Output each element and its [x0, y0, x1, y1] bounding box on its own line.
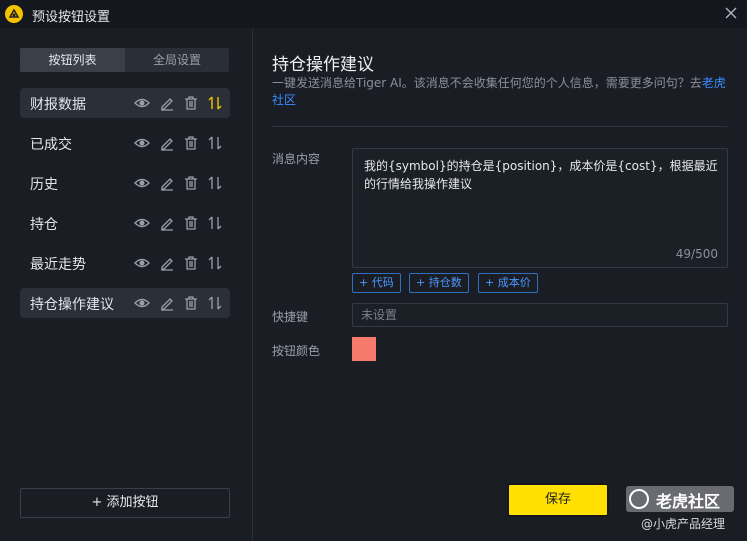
color-label: 按钮颜色 [272, 344, 321, 358]
trash-icon[interactable] [183, 175, 199, 191]
message-label: 消息内容 [272, 152, 321, 166]
list-item[interactable]: 历史 [20, 168, 230, 198]
page-title: 持仓操作建议 [272, 55, 374, 75]
list-item-label: 历史 [30, 177, 58, 193]
edit-icon[interactable] [159, 95, 175, 111]
eye-icon[interactable] [134, 255, 150, 271]
list-item[interactable]: 持仓 [20, 208, 230, 238]
trash-icon[interactable] [183, 95, 199, 111]
trash-icon[interactable] [183, 255, 199, 271]
sort-icon[interactable] [207, 175, 223, 191]
message-text: 我的{symbol}的持仓是{position}，成本价是{cost}，根据最近… [364, 159, 718, 191]
eye-icon[interactable] [134, 295, 150, 311]
message-textarea[interactable]: 我的{symbol}的持仓是{position}，成本价是{cost}，根据最近… [352, 148, 728, 268]
description-text: 一键发送消息给Tiger AI。该消息不会收集任何您的个人信息，需要更多问句？去 [272, 76, 702, 90]
trash-icon[interactable] [183, 295, 199, 311]
eye-icon[interactable] [134, 215, 150, 231]
main-panel: 持仓操作建议 一键发送消息给Tiger AI。该消息不会收集任何您的个人信息，需… [253, 28, 747, 541]
community-logo-icon [629, 489, 649, 509]
color-swatch[interactable] [352, 337, 376, 361]
edit-icon[interactable] [159, 135, 175, 151]
shortcut-field[interactable] [352, 303, 728, 327]
trash-icon[interactable] [183, 135, 199, 151]
window-title: 预设按钮设置 [32, 10, 111, 25]
list-item-label: 最近走势 [30, 257, 86, 273]
list-item[interactable]: 已成交 [20, 128, 230, 158]
list-item-label: 持仓 [30, 217, 58, 233]
list-item[interactable]: 最近走势 [20, 248, 230, 278]
add-button-label: 添加按钮 [106, 495, 159, 510]
page-description: 一键发送消息给Tiger AI。该消息不会收集任何您的个人信息，需要更多问句？去… [272, 75, 732, 109]
shortcut-input[interactable] [353, 304, 721, 326]
watermark-title: 老虎社区 [656, 492, 721, 511]
list-item[interactable]: 持仓操作建议 [20, 288, 230, 318]
list-item-label: 已成交 [30, 137, 72, 153]
eye-icon[interactable] [134, 95, 150, 111]
char-count: 49/500 [675, 247, 718, 261]
title-bar: 预设按钮设置 [0, 0, 747, 28]
list-item-label: 持仓操作建议 [30, 297, 114, 313]
watermark-subtitle: @小虎产品经理 [641, 517, 726, 531]
edit-icon[interactable] [159, 175, 175, 191]
tab-button-list[interactable]: 按钮列表 [20, 48, 125, 72]
tiger-logo-icon [5, 5, 23, 23]
sort-icon[interactable] [207, 215, 223, 231]
sort-icon[interactable] [207, 295, 223, 311]
tab-global-settings[interactable]: 全局设置 [125, 48, 229, 72]
save-button[interactable]: 保存 [507, 483, 609, 517]
trash-icon[interactable] [183, 215, 199, 231]
plus-icon: + [91, 495, 103, 510]
sort-icon[interactable] [207, 255, 223, 271]
list-item-label: 财报数据 [30, 97, 86, 113]
insert-position-chip[interactable]: + 持仓数 [409, 273, 469, 293]
eye-icon[interactable] [134, 135, 150, 151]
shortcut-label: 快捷键 [272, 310, 309, 324]
add-button[interactable]: + 添加按钮 [20, 488, 230, 518]
insert-symbol-chip[interactable]: + 代码 [352, 273, 401, 293]
eye-icon[interactable] [134, 175, 150, 191]
edit-icon[interactable] [159, 255, 175, 271]
sidebar-tabs: 按钮列表 全局设置 [20, 48, 229, 72]
insert-cost-chip[interactable]: + 成本价 [478, 273, 538, 293]
divider [272, 126, 727, 127]
list-item[interactable]: 财报数据 [20, 88, 230, 118]
close-icon[interactable] [723, 5, 739, 21]
sort-icon[interactable] [207, 95, 223, 111]
sidebar: 按钮列表 全局设置 财报数据 已成交 历史 持仓 最近走势 持仓操作建议 + 添… [0, 28, 253, 541]
watermark: 老虎社区 [626, 486, 734, 512]
sort-icon[interactable] [207, 135, 223, 151]
edit-icon[interactable] [159, 295, 175, 311]
edit-icon[interactable] [159, 215, 175, 231]
